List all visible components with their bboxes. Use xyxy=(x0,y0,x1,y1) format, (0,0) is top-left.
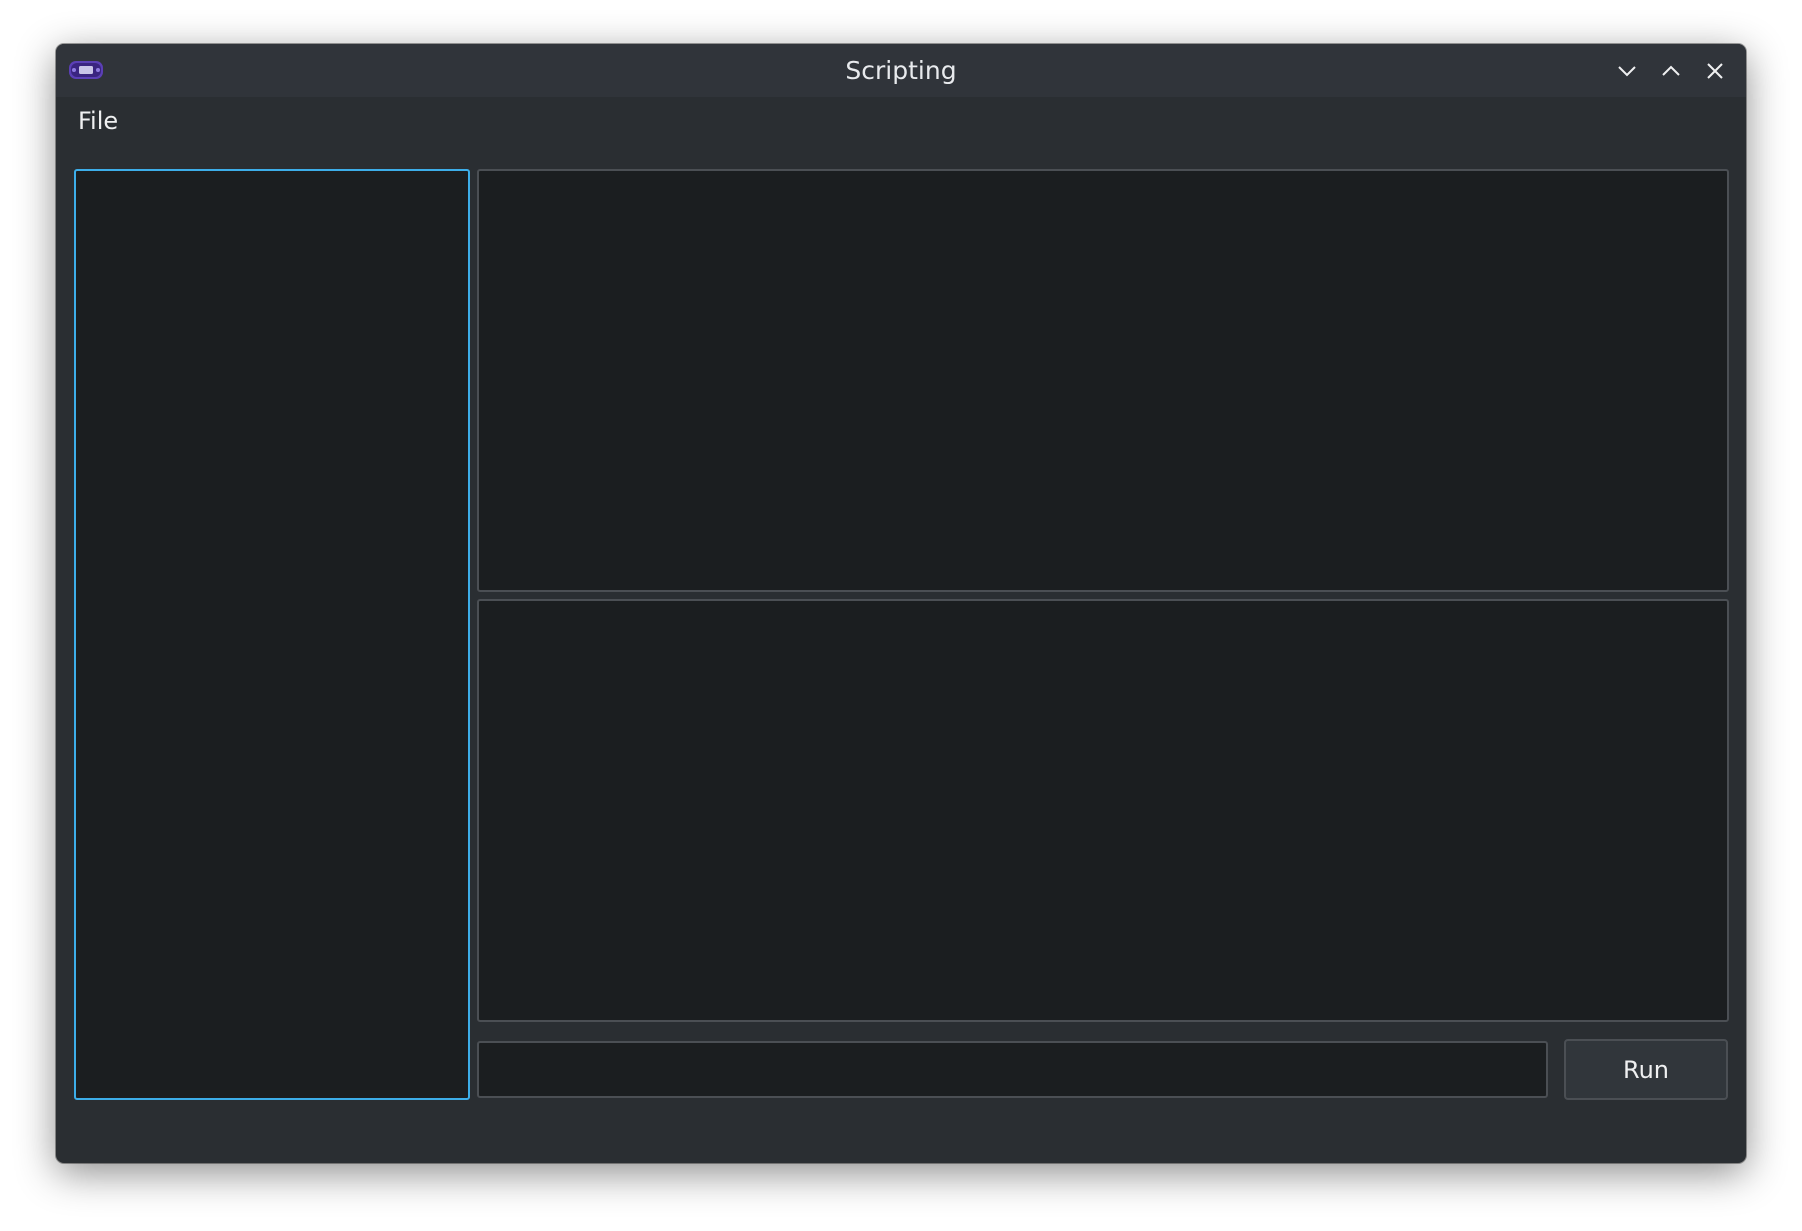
window-title: Scripting xyxy=(845,56,957,85)
menu-bar: File xyxy=(56,97,1746,141)
close-button[interactable] xyxy=(1700,56,1730,86)
minimize-button[interactable] xyxy=(1612,56,1642,86)
command-input[interactable] xyxy=(477,1041,1548,1098)
run-button[interactable]: Run xyxy=(1564,1039,1728,1100)
maximize-icon xyxy=(1662,65,1680,76)
title-bar[interactable]: Scripting xyxy=(56,44,1746,97)
maximize-button[interactable] xyxy=(1656,56,1686,86)
minimize-icon xyxy=(1618,66,1636,77)
script-list[interactable] xyxy=(74,169,470,1100)
log-output-panel[interactable] xyxy=(477,599,1729,1022)
script-output-panel[interactable] xyxy=(477,169,1729,592)
menu-file[interactable]: File xyxy=(68,101,128,141)
scripting-window: Scripting File Run xyxy=(56,44,1746,1163)
close-icon xyxy=(1707,63,1723,79)
